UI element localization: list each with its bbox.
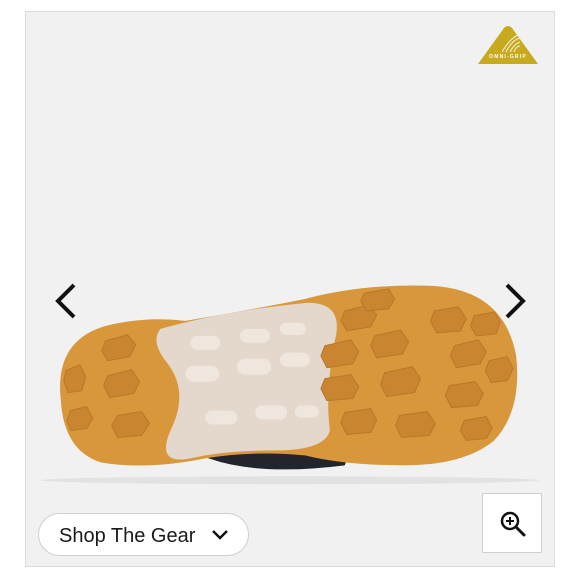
shop-the-gear-label: Shop The Gear: [59, 525, 196, 547]
product-image-gallery: OMNI-GRIP: [25, 11, 555, 567]
badge-label: OMNI-GRIP: [489, 54, 527, 60]
chevron-down-icon: [212, 530, 228, 540]
shop-the-gear-button[interactable]: Shop The Gear: [38, 513, 249, 556]
zoom-in-icon: [500, 511, 526, 537]
next-image-button[interactable]: [497, 281, 533, 321]
chevron-left-icon: [55, 283, 76, 319]
omni-grip-badge-icon: OMNI-GRIP: [472, 24, 544, 66]
shoe-sole-image: [40, 285, 540, 485]
previous-image-button[interactable]: [48, 281, 84, 321]
chevron-right-icon: [505, 283, 526, 319]
zoom-button[interactable]: [482, 493, 542, 553]
